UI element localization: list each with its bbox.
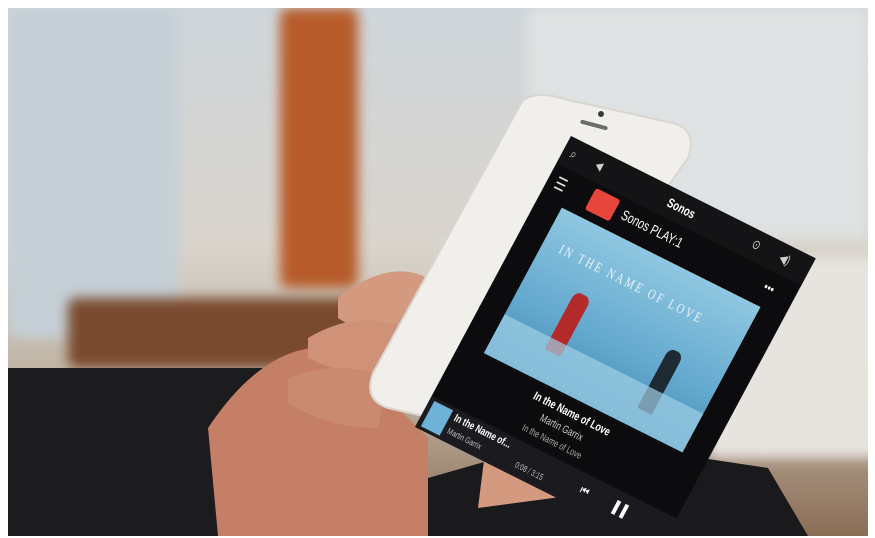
photo-background: ⌕ ◀ Sonos ⊙ ◀) ☰ Sonos PLAY:1 ••• IN THE… [8, 8, 868, 536]
mini-time: 0:08 / 3:15 [513, 459, 546, 483]
previous-icon[interactable]: ⏮ [577, 482, 592, 500]
front-camera [598, 111, 604, 117]
back-icon[interactable]: ◀ [593, 158, 606, 174]
app-title: Sonos [664, 194, 699, 222]
menu-icon[interactable]: ☰ [550, 173, 571, 198]
pause-icon[interactable]: ❚❚ [608, 497, 632, 520]
more-icon[interactable]: ••• [761, 279, 777, 297]
info-icon[interactable]: ⊙ [749, 236, 764, 253]
volume-icon[interactable]: ◀) [777, 250, 794, 268]
search-icon[interactable]: ⌕ [567, 145, 580, 163]
